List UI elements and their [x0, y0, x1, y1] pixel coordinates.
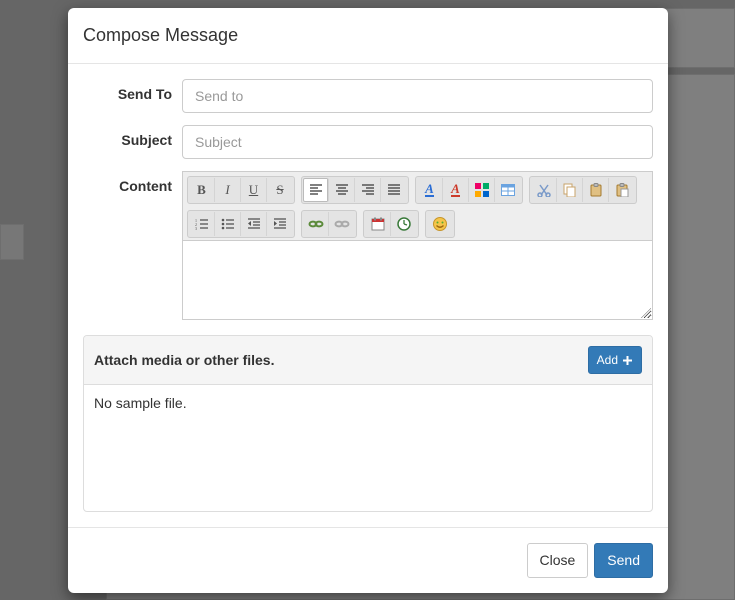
close-button[interactable]: Close: [527, 543, 589, 578]
row-send-to: Send To: [83, 79, 653, 113]
indent-icon: [273, 218, 287, 230]
row-content: Content B I U S: [83, 171, 653, 320]
toolgroup-text-style: B I U S: [187, 176, 295, 204]
italic-button[interactable]: I: [215, 178, 241, 202]
add-attachment-button[interactable]: Add: [588, 346, 642, 374]
insert-time-button[interactable]: [391, 212, 417, 236]
align-right-icon: [361, 184, 375, 196]
resize-handle-icon[interactable]: [641, 308, 651, 318]
content-textarea[interactable]: [183, 241, 652, 319]
plus-icon: [622, 355, 633, 366]
bold-button[interactable]: B: [189, 178, 215, 202]
send-to-input[interactable]: [182, 79, 653, 113]
paste-text-button[interactable]: [609, 178, 635, 202]
modal-footer: Close Send: [68, 527, 668, 593]
attachment-panel-heading: Attach media or other files. Add: [84, 336, 652, 385]
unlink-button[interactable]: [329, 212, 355, 236]
link-icon: [308, 218, 324, 230]
modal-body: Send To Subject Content B I: [68, 64, 668, 527]
paste-text-icon: [615, 183, 629, 197]
underline-button[interactable]: U: [241, 178, 267, 202]
outdent-button[interactable]: [241, 212, 267, 236]
toolgroup-clipboard: [529, 176, 637, 204]
unordered-list-button[interactable]: [215, 212, 241, 236]
align-right-button[interactable]: [355, 178, 381, 202]
outdent-icon: [247, 218, 261, 230]
smiley-icon: [432, 216, 448, 232]
table-icon: [501, 184, 515, 196]
color-swatch-button[interactable]: [469, 178, 495, 202]
attachment-heading-text: Attach media or other files.: [94, 352, 274, 368]
rich-text-editor: B I U S: [182, 171, 653, 320]
compose-message-modal: Compose Message Send To Subject Content: [68, 8, 668, 593]
unlink-icon: [334, 218, 350, 230]
align-justify-button[interactable]: [381, 178, 407, 202]
label-content: Content: [83, 171, 182, 320]
toolgroup-emoji: [425, 210, 455, 238]
copy-button[interactable]: [557, 178, 583, 202]
indent-button[interactable]: [267, 212, 293, 236]
font-color-button[interactable]: A: [417, 178, 443, 202]
svg-text:3: 3: [195, 226, 197, 230]
insert-date-button[interactable]: [365, 212, 391, 236]
toolgroup-datetime: [363, 210, 419, 238]
toolgroup-colors: A A: [415, 176, 523, 204]
copy-icon: [563, 183, 577, 197]
attachment-panel: Attach media or other files. Add No samp…: [83, 335, 653, 512]
align-center-button[interactable]: [329, 178, 355, 202]
send-button[interactable]: Send: [594, 543, 653, 578]
align-left-button[interactable]: [303, 178, 329, 202]
align-justify-icon: [387, 184, 401, 196]
label-subject: Subject: [83, 125, 182, 159]
editor-toolbar: B I U S: [183, 172, 652, 241]
insert-table-button[interactable]: [495, 178, 521, 202]
toolgroup-lists: 123: [187, 210, 295, 238]
link-button[interactable]: [303, 212, 329, 236]
align-left-icon: [309, 184, 323, 196]
subject-input[interactable]: [182, 125, 653, 159]
clock-icon: [397, 217, 411, 231]
calendar-icon: [371, 217, 385, 231]
paste-button[interactable]: [583, 178, 609, 202]
add-button-label: Add: [597, 351, 618, 369]
label-send-to: Send To: [83, 79, 182, 113]
bg-color-button[interactable]: A: [443, 178, 469, 202]
toolgroup-align: [301, 176, 409, 204]
strikethrough-button[interactable]: S: [267, 178, 293, 202]
row-subject: Subject: [83, 125, 653, 159]
emoji-button[interactable]: [427, 212, 453, 236]
modal-title: Compose Message: [83, 23, 653, 48]
cut-button[interactable]: [531, 178, 557, 202]
cut-icon: [537, 183, 551, 197]
paste-icon: [589, 183, 603, 197]
toolgroup-links: [301, 210, 357, 238]
attachment-empty-text: No sample file.: [94, 395, 187, 411]
unordered-list-icon: [221, 218, 235, 230]
swatch-icon: [475, 183, 489, 197]
modal-header: Compose Message: [68, 8, 668, 64]
ordered-list-icon: 123: [195, 218, 209, 230]
ordered-list-button[interactable]: 123: [189, 212, 215, 236]
attachment-list: No sample file.: [84, 385, 652, 511]
align-center-icon: [335, 184, 349, 196]
